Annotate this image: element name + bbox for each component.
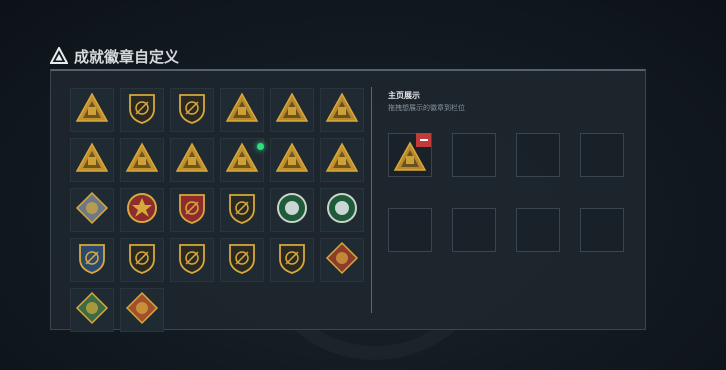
showcase-slot[interactable] [580, 133, 624, 177]
showcase-slot[interactable] [516, 208, 560, 252]
badge-tile[interactable] [170, 88, 214, 132]
helicopter-emblem-icon [125, 91, 159, 129]
badge-tile[interactable] [220, 88, 264, 132]
badge-tile[interactable] [70, 238, 114, 282]
new-badge-dot [257, 143, 264, 150]
shield-ribbon-red-icon [175, 191, 209, 229]
badge-tile[interactable] [320, 138, 364, 182]
badge-tile[interactable] [270, 138, 314, 182]
badge-tile[interactable] [320, 188, 364, 232]
badge-tile[interactable] [120, 88, 164, 132]
badge-tile[interactable] [270, 88, 314, 132]
badge-tile[interactable] [220, 188, 264, 232]
warning-triangle-icon [50, 47, 68, 64]
badge-tile[interactable] [70, 88, 114, 132]
pixel-triangle-crown-icon [325, 91, 359, 129]
badge-tile[interactable] [70, 188, 114, 232]
pixel-pyramid-gold-icon [225, 91, 259, 129]
shield-no-symbol-icon [225, 241, 259, 279]
showcase-slot[interactable] [388, 208, 432, 252]
remove-badge-button[interactable] [416, 133, 431, 147]
triangle-emblem-icon [75, 91, 109, 129]
badge-tile[interactable] [170, 138, 214, 182]
triangle-truck-icon [325, 141, 359, 179]
badge-tile[interactable] [170, 238, 214, 282]
badge-tile[interactable] [120, 188, 164, 232]
badge-tile[interactable] [120, 288, 164, 332]
panel-divider [371, 87, 372, 313]
round-green-skull-icon [325, 191, 359, 229]
shield-gold-skull-icon [225, 191, 259, 229]
badge-tile[interactable] [120, 238, 164, 282]
triangle-pixel-box-icon [225, 141, 259, 179]
pixel-triangle-flag-icon [275, 91, 309, 129]
showcase-title: 主页展示 [388, 91, 420, 100]
shield-eagle-ribbon-icon [275, 241, 309, 279]
badge-tile[interactable] [70, 288, 114, 332]
shield-rifle-2-icon [175, 241, 209, 279]
medal-wreath-red-icon [125, 191, 159, 229]
diamond-red-beast-icon [325, 241, 359, 279]
badge-panel: 主页展示 拖拽想展示的徽章到栏位 [50, 69, 646, 332]
minus-icon [419, 139, 428, 141]
badge-tile[interactable] [170, 188, 214, 232]
shield-blue-eagle-icon [75, 241, 109, 279]
showcase-slot[interactable] [452, 133, 496, 177]
diamond-green-wings-icon [75, 291, 109, 329]
diamond-orange-claw-icon [125, 291, 159, 329]
badge-tile[interactable] [270, 188, 314, 232]
showcase-slot[interactable] [516, 133, 560, 177]
badge-tile[interactable] [270, 238, 314, 282]
shield-wings-emblem-icon [175, 91, 209, 129]
showcase-hint: 拖拽想展示的徽章到栏位 [388, 104, 465, 112]
round-green-bird-icon [275, 191, 309, 229]
badge-tile[interactable] [120, 138, 164, 182]
badge-tile[interactable] [320, 88, 364, 132]
triangle-number-one-icon [175, 141, 209, 179]
page-header: 成就徽章自定义 [50, 46, 179, 66]
shield-rifle-icon [125, 241, 159, 279]
diamond-silver-icon [75, 191, 109, 229]
badge-tile[interactable] [70, 138, 114, 182]
showcase-slot[interactable] [388, 133, 432, 177]
badge-tile[interactable] [220, 238, 264, 282]
triangle-runner-icon [125, 141, 159, 179]
triangle-rider-icon [275, 141, 309, 179]
triangle-tank-icon [75, 141, 109, 179]
showcase-slot[interactable] [580, 208, 624, 252]
page-title: 成就徽章自定义 [74, 47, 180, 66]
badge-tile[interactable] [320, 238, 364, 282]
showcase-slot[interactable] [452, 208, 496, 252]
